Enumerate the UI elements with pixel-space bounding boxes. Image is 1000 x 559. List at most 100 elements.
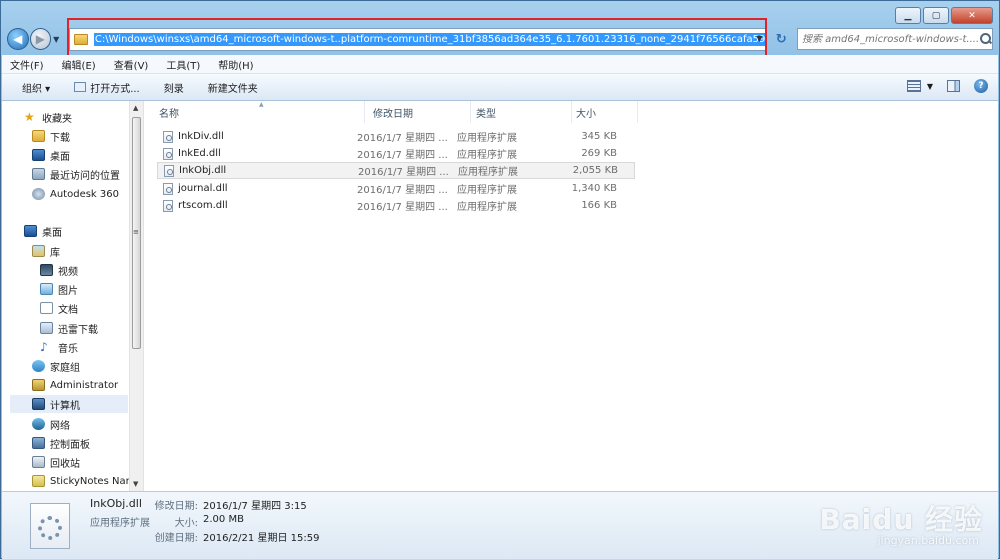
details-size-label: 大小: <box>174 518 198 529</box>
change-view-button[interactable]: ▼ <box>906 80 933 92</box>
nav-label: 控制面板 <box>50 439 90 451</box>
file-size: 2,055 KB <box>572 165 618 176</box>
address-bar[interactable]: C:\Windows\winsxs\amd64_microsoft-window… <box>68 27 768 51</box>
organize-label: 组织 ▾ <box>22 83 51 95</box>
file-date: 2016/1/7 星期四 ... <box>357 202 448 213</box>
nav-item-pictures[interactable]: 图片 <box>40 280 78 298</box>
nav-item-computer[interactable]: 计算机 <box>10 395 128 413</box>
folder-icon <box>73 33 88 45</box>
search-icon[interactable] <box>979 33 992 45</box>
search-box[interactable] <box>796 28 993 50</box>
burn-button[interactable]: 刻录 <box>164 80 184 95</box>
maximize-button[interactable]: ▢ <box>923 7 949 24</box>
nav-label: 图片 <box>58 285 78 297</box>
pictures-icon <box>40 283 53 295</box>
music-icon: ♪ <box>40 340 48 354</box>
table-row[interactable]: journal.dll 2016/1/7 星期四 ... 应用程序扩展 1,34… <box>157 180 635 197</box>
details-modified-label: 修改日期: <box>154 501 198 512</box>
nav-item-recent[interactable]: 最近访问的位置 <box>32 165 120 183</box>
file-name: journal.dll <box>178 183 228 194</box>
nav-label: 收藏夹 <box>42 113 72 125</box>
nav-label: 桌面 <box>50 151 70 163</box>
column-header-date[interactable]: 修改日期 <box>365 101 471 123</box>
nav-item-music[interactable]: ♪ 音乐 <box>40 338 78 356</box>
file-type: 应用程序扩展 <box>457 202 517 213</box>
help-icon[interactable]: ? <box>974 79 988 93</box>
column-header-size[interactable]: 大小 <box>568 101 638 123</box>
recycle-bin-icon <box>32 456 45 468</box>
nav-item-desktop[interactable]: 桌面 <box>32 146 70 164</box>
dll-file-icon <box>163 147 173 160</box>
nav-scrollbar[interactable]: ▲ ≡ ▼ <box>129 101 143 491</box>
close-button[interactable]: ✕ <box>951 7 993 24</box>
nav-item-favorites[interactable]: ★ 收藏夹 <box>24 108 72 126</box>
file-date: 2016/1/7 星期四 ... <box>357 150 448 161</box>
nav-item-libraries[interactable]: 库 <box>32 242 60 260</box>
file-date: 2016/1/7 星期四 ... <box>358 167 449 178</box>
menu-help[interactable]: 帮助(H) <box>218 57 253 72</box>
file-size: 1,340 KB <box>571 183 617 194</box>
nav-item-recycle-bin[interactable]: 回收站 <box>32 453 80 471</box>
file-date: 2016/1/7 星期四 ... <box>357 133 448 144</box>
nav-item-videos[interactable]: 视频 <box>40 261 78 279</box>
refresh-icon[interactable]: ↻ <box>771 29 791 49</box>
new-folder-button[interactable]: 新建文件夹 <box>208 80 258 95</box>
details-size: 2.00 MB <box>203 514 244 525</box>
menu-view[interactable]: 查看(V) <box>114 57 149 72</box>
preview-pane-icon[interactable] <box>947 80 960 92</box>
nav-item-control-panel[interactable]: 控制面板 <box>32 434 90 452</box>
content-area: ★ 收藏夹 下载 桌面 最近访问的位置 Autodesk 360 桌面 库 视频 … <box>2 101 998 491</box>
documents-icon <box>40 302 53 314</box>
details-created-label: 创建日期: <box>154 533 198 544</box>
menu-file[interactable]: 文件(F) <box>10 57 44 72</box>
nav-item-autodesk[interactable]: Autodesk 360 <box>32 185 119 203</box>
view-options-icon <box>906 80 921 92</box>
nav-label: 视频 <box>58 266 78 278</box>
organize-button[interactable]: 组织 ▾ <box>22 80 50 95</box>
nav-item-documents[interactable]: 文档 <box>40 299 78 317</box>
address-dropdown-icon[interactable]: ▼ <box>756 34 762 43</box>
column-header-name[interactable]: 名称 <box>151 101 365 123</box>
download-folder-icon <box>40 322 53 334</box>
nav-item-network[interactable]: 网络 <box>32 415 70 433</box>
nav-label: 网络 <box>50 420 70 432</box>
details-filename: InkObj.dll <box>90 497 142 510</box>
computer-icon <box>32 398 45 410</box>
scroll-down-icon[interactable]: ▼ <box>133 480 138 488</box>
nav-item-downloads[interactable]: 下载 <box>32 127 70 145</box>
baidu-watermark-logo: Baidu 经验 jingyan.baidu.com <box>819 498 983 547</box>
user-folder-icon <box>32 379 45 391</box>
file-date: 2016/1/7 星期四 ... <box>357 185 448 196</box>
back-button[interactable]: ◀ <box>7 28 29 50</box>
menu-tools[interactable]: 工具(T) <box>166 57 200 72</box>
sticky-notes-icon <box>32 475 45 487</box>
nav-item-stickynotes[interactable]: StickyNotes Nar <box>32 472 130 490</box>
file-list: ▲ 名称 修改日期 类型 大小 InkDiv.dll 2016/1/7 星期四 … <box>145 101 998 491</box>
table-row[interactable]: InkEd.dll 2016/1/7 星期四 ... 应用程序扩展 269 KB <box>157 145 635 162</box>
recent-pages-dropdown[interactable]: ▼ <box>53 35 63 44</box>
nav-item-xunlei[interactable]: 迅雷下载 <box>40 319 98 337</box>
watermark-url: jingyan.baidu.com <box>877 534 979 547</box>
nav-item-desktop-root[interactable]: 桌面 <box>24 222 62 240</box>
menu-bar: 文件(F) 编辑(E) 查看(V) 工具(T) 帮助(H) <box>2 55 998 74</box>
cloud-icon <box>32 188 45 200</box>
column-header-type[interactable]: 类型 <box>468 101 572 123</box>
table-row-selected[interactable]: InkObj.dll 2016/1/7 星期四 ... 应用程序扩展 2,055… <box>157 162 635 179</box>
menu-edit[interactable]: 编辑(E) <box>62 57 96 72</box>
minimize-button[interactable]: ▁ <box>895 7 921 24</box>
table-row[interactable]: rtscom.dll 2016/1/7 星期四 ... 应用程序扩展 166 K… <box>157 197 635 214</box>
address-path[interactable]: C:\Windows\winsxs\amd64_microsoft-window… <box>93 32 767 46</box>
nav-label: 回收站 <box>50 458 80 470</box>
open-with-label: 打开方式... <box>90 83 140 95</box>
scroll-up-icon[interactable]: ▲ <box>133 104 138 112</box>
nav-item-administrator[interactable]: Administrator <box>32 376 118 394</box>
table-row[interactable]: InkDiv.dll 2016/1/7 星期四 ... 应用程序扩展 345 K… <box>157 128 635 145</box>
nav-label: Autodesk 360 <box>50 188 119 200</box>
file-name: InkEd.dll <box>178 148 221 159</box>
search-input[interactable] <box>801 33 982 45</box>
nav-item-homegroup[interactable]: 家庭组 <box>32 357 80 375</box>
dll-file-icon <box>164 164 174 177</box>
open-with-button[interactable]: 打开方式... <box>74 80 140 95</box>
forward-button[interactable]: ▶ <box>29 28 52 50</box>
dll-file-icon <box>163 130 173 143</box>
